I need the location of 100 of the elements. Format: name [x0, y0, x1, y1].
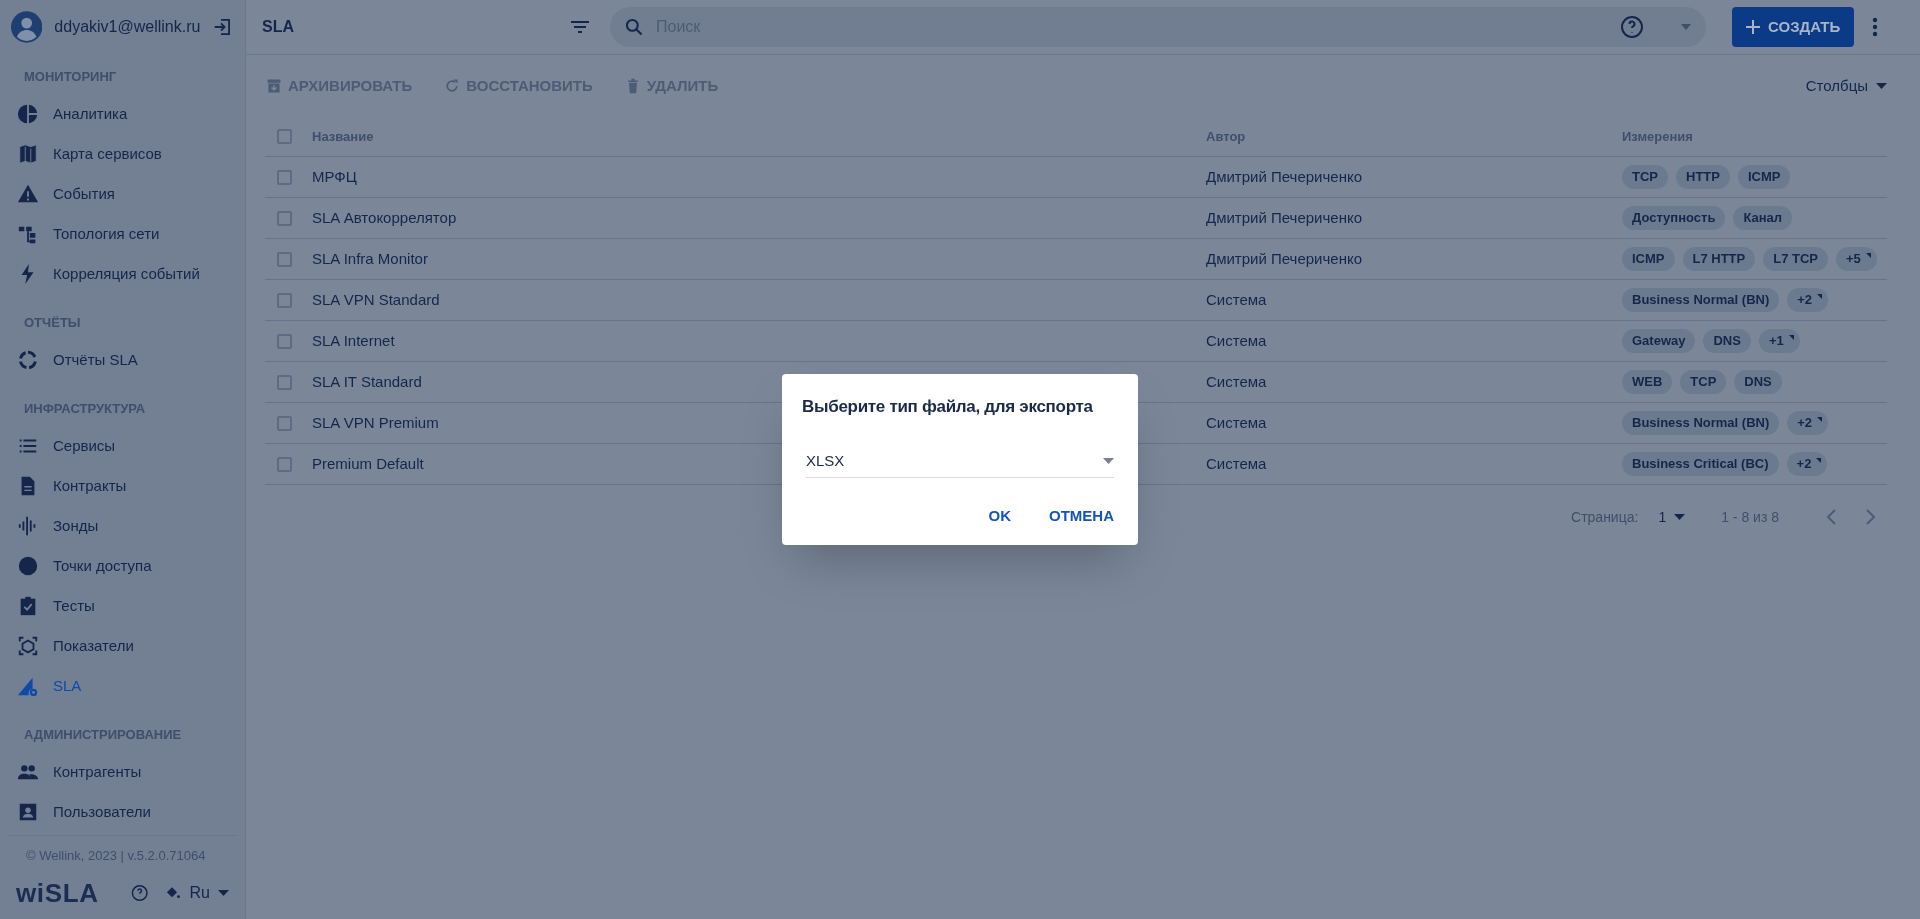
sidebar-item[interactable]: Тесты	[0, 586, 245, 626]
sidebar-item[interactable]: События	[0, 174, 245, 214]
checkbox[interactable]	[277, 415, 292, 431]
caret-icon	[218, 890, 229, 896]
dialog-button[interactable]: OK	[974, 499, 1025, 533]
table-cell: МРФЦ	[312, 167, 357, 185]
tag: Business Normal (BN)	[1622, 411, 1780, 435]
column-header[interactable]: Автор	[1206, 128, 1246, 144]
table-cell: Дмитрий Печериченко	[1206, 167, 1362, 185]
checkbox[interactable]	[277, 129, 292, 144]
warning-icon	[17, 183, 39, 205]
corner-triangle-icon	[1865, 253, 1871, 258]
table-cell: SLA Автокоррелятор	[312, 208, 457, 226]
sidebar-item[interactable]: Контрагенты	[0, 752, 245, 792]
sidebar-item[interactable]: Сервисы	[0, 426, 245, 466]
columns-dropdown[interactable]: Столбцы	[1805, 74, 1887, 98]
column-header[interactable]: Измерения	[1622, 128, 1693, 144]
sidebar-item[interactable]: Корреляция событий	[0, 254, 245, 294]
map-icon	[17, 143, 39, 165]
avatar-icon[interactable]	[11, 11, 43, 43]
more-tags-chip[interactable]: +2	[1786, 452, 1828, 476]
search-icon	[624, 17, 644, 37]
sidebar-item[interactable]: Показатели	[0, 626, 245, 666]
checkbox[interactable]	[277, 374, 292, 390]
checkbox[interactable]	[277, 169, 292, 185]
checkbox[interactable]	[277, 456, 292, 472]
caret-icon	[1876, 83, 1887, 89]
page-title: SLA	[262, 17, 295, 37]
tag: ICMP	[1622, 247, 1675, 271]
more-tags-chip[interactable]: +2	[1787, 411, 1829, 435]
tag: TCP	[1680, 370, 1727, 394]
checkbox[interactable]	[277, 210, 292, 226]
more-tags-chip[interactable]: +1	[1758, 329, 1800, 353]
table-cell: SLA VPN Standard	[312, 290, 440, 308]
table-cell: Система	[1206, 331, 1267, 349]
user-email: ddyakiv1@wellink.ru	[54, 17, 201, 37]
tag: Business Normal (BN)	[1622, 288, 1780, 312]
table-cell: Premium Default	[312, 454, 424, 472]
page-label: Страница:	[1571, 507, 1639, 527]
checkbox[interactable]	[277, 251, 292, 267]
corner-triangle-icon	[1788, 335, 1794, 340]
logo: wiSLA	[16, 876, 99, 910]
tag: Доступность	[1622, 206, 1726, 230]
help-icon[interactable]	[1620, 15, 1644, 39]
tag: ICMP	[1737, 165, 1791, 189]
sidebar-item[interactable]: Зонды	[0, 506, 245, 546]
column-header[interactable]: Название	[312, 128, 374, 144]
more-tags-chip[interactable]: +5	[1836, 247, 1877, 271]
tag: WEB	[1622, 370, 1673, 394]
tag: Gateway	[1622, 329, 1696, 353]
refresh-icon	[444, 77, 461, 95]
table-cell: Система	[1206, 454, 1267, 472]
plus-icon	[1746, 20, 1760, 34]
tag: L7 TCP	[1763, 247, 1829, 271]
table-cell: SLA IT Standard	[312, 372, 422, 390]
file-type-select[interactable]: XLSX	[806, 445, 1114, 478]
table-cell: SLA VPN Premium	[312, 413, 439, 431]
ring-icon	[17, 349, 39, 371]
sidebar-item[interactable]: Карта сервисов	[0, 134, 245, 174]
language-dropdown[interactable]: Ru	[189, 881, 229, 905]
checkbox[interactable]	[277, 333, 292, 349]
corner-triangle-icon	[1817, 417, 1823, 422]
pie-chart-icon	[17, 103, 39, 125]
caret-icon	[1103, 458, 1114, 464]
table-cell: Дмитрий Печериченко	[1206, 249, 1362, 267]
sidebar-item[interactable]: Топология сети	[0, 214, 245, 254]
sidebar-item[interactable]: Контракты	[0, 466, 245, 506]
table-cell: Система	[1206, 372, 1267, 390]
table-cell: Дмитрий Печериченко	[1206, 208, 1362, 226]
caret-icon	[1674, 514, 1686, 520]
create-button[interactable]: СОЗДАТЬ	[1732, 7, 1855, 47]
table-cell: SLA Infra Monitor	[312, 249, 428, 267]
corner-triangle-icon	[1816, 458, 1822, 463]
sidebar-item[interactable]: Точки доступа	[0, 546, 245, 586]
chevron-left-icon[interactable]	[1825, 508, 1837, 526]
chevron-right-icon[interactable]	[1865, 508, 1877, 526]
person-card-icon	[17, 801, 39, 823]
sidebar-item[interactable]: Отчёты SLA	[0, 340, 245, 380]
tag: L7 HTTP	[1682, 247, 1756, 271]
more-tags-chip[interactable]: +2	[1787, 288, 1829, 312]
more-icon[interactable]	[1872, 17, 1879, 37]
corner-triangle-icon	[1817, 294, 1823, 299]
dialog-button[interactable]: ОТМЕНА	[1035, 499, 1128, 533]
checkbox[interactable]	[277, 292, 292, 308]
tag: DNS	[1703, 329, 1751, 353]
table-cell: SLA Internet	[312, 331, 395, 349]
tag: DNS	[1734, 370, 1782, 394]
table-cell: Система	[1206, 413, 1267, 431]
archive-icon	[266, 77, 282, 95]
circle-icon	[17, 555, 39, 577]
dialog-title: Выберите тип файла, для экспорта	[802, 396, 1094, 418]
page-range: 1 - 8 из 8	[1721, 507, 1779, 527]
sidebar-item[interactable]: Аналитика	[0, 94, 245, 134]
select-value: XLSX	[806, 450, 845, 471]
tag: HTTP	[1676, 165, 1730, 189]
caret-icon[interactable]	[1680, 23, 1692, 31]
page-dropdown[interactable]: 1	[1658, 506, 1686, 528]
tag: Business Critical (BC)	[1622, 452, 1779, 476]
sidebar-item[interactable]: SLA	[0, 666, 245, 706]
sidebar-item[interactable]: Пользователи	[0, 792, 245, 832]
